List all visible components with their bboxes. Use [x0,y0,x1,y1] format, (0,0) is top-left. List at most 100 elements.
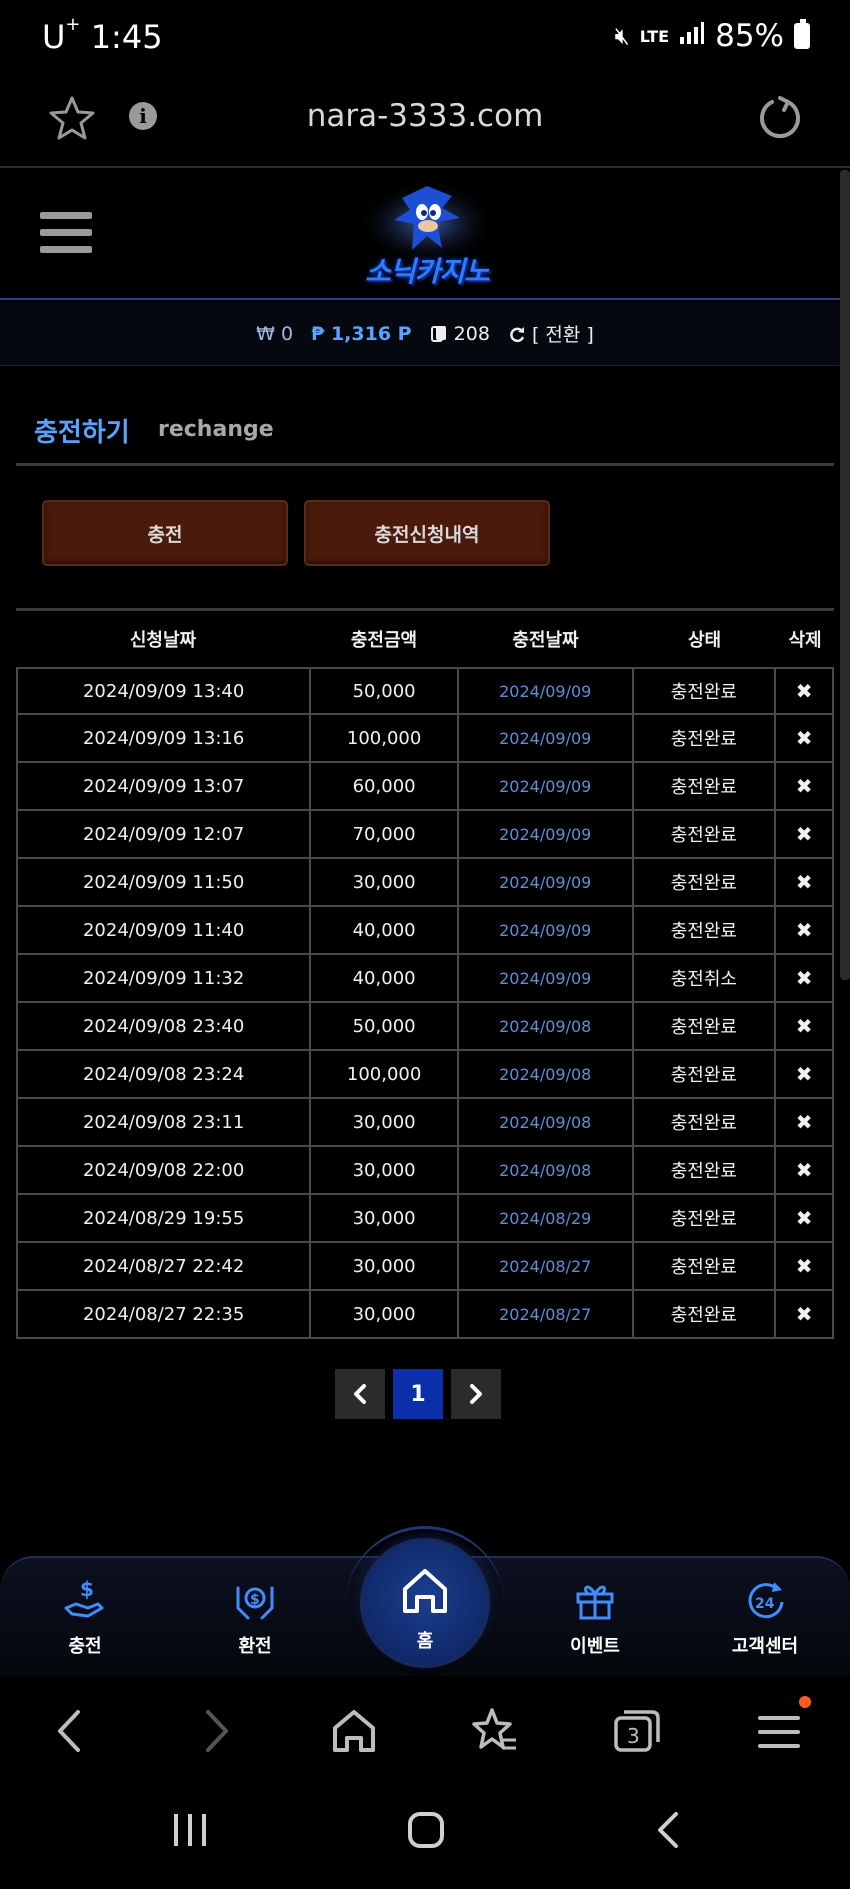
delete-icon[interactable]: ✖ [776,1147,835,1195]
gift-icon [576,1585,614,1620]
cell-status: 충전완료 [633,859,777,907]
won-value: 0 [281,322,294,345]
recharge-history-table: 신청날짜 충전금액 충전날짜 상태 삭제 2024/09/09 13:40 50,… [16,608,835,1339]
cell-recharge-date: 2024/09/09 [458,763,634,811]
scrollbar[interactable] [840,170,850,980]
url-text[interactable]: nara-3333.com [0,98,850,134]
browser-home-icon[interactable] [329,1706,379,1756]
cell-status: 충전완료 [633,1243,777,1291]
network-label: LTE [639,26,670,46]
back-icon[interactable] [46,1706,96,1756]
refresh-icon [510,327,525,343]
delete-icon[interactable]: ✖ [776,667,835,715]
table-row: 2024/09/09 11:40 40,000 2024/09/09 충전완료 ✖ [16,907,835,955]
cell-request-date: 2024/08/29 19:55 [18,1195,312,1243]
cell-amount: 70,000 [311,811,459,859]
carrier: U [42,18,66,56]
table-row: 2024/08/27 22:35 30,000 2024/08/27 충전완료 ✖ [16,1291,835,1339]
nav-exchange[interactable]: $ 환전 [200,1578,310,1658]
delete-icon[interactable]: ✖ [776,1243,835,1291]
notification-dot [799,1696,811,1708]
system-home-icon[interactable] [406,1810,446,1850]
table-row: 2024/09/08 23:24 100,000 2024/09/08 충전완료 ✖ [16,1051,835,1099]
cell-status: 충전완료 [633,1003,777,1051]
nav-home-label: 홈 [416,1631,434,1652]
nav-event[interactable]: 이벤트 [540,1578,650,1658]
nav-home[interactable]: 홈 [360,1538,490,1668]
cell-request-date: 2024/09/09 11:32 [18,955,312,1003]
cell-status: 충전완료 [633,1195,777,1243]
recent-apps-icon[interactable] [170,1810,210,1850]
cell-request-date: 2024/09/09 11:50 [18,859,312,907]
delete-icon[interactable]: ✖ [776,1195,835,1243]
cell-status: 충전완료 [633,1291,777,1339]
mute-icon: 🔇︎ [614,22,630,50]
cell-amount: 30,000 [311,1243,459,1291]
delete-icon[interactable]: ✖ [776,1291,835,1339]
signal-icon [679,21,705,51]
site-logo[interactable]: 소닉카지노 [342,178,512,296]
delete-icon[interactable]: ✖ [776,1051,835,1099]
cell-recharge-date: 2024/09/09 [458,955,634,1003]
reload-icon[interactable] [758,96,802,140]
recharge-tab-button[interactable]: 충전 [42,500,288,566]
system-back-icon[interactable] [648,1810,688,1850]
cell-status: 충전완료 [633,907,777,955]
delete-icon[interactable]: ✖ [776,907,835,955]
nav-deposit-label: 충전 [68,1636,102,1657]
browser-menu-icon[interactable] [754,1706,804,1756]
switch-label: [ 전환 ] [531,324,594,346]
prev-page-button[interactable] [335,1369,385,1419]
header-request-date: 신청날짜 [129,630,197,651]
bookmarks-icon[interactable] [470,1706,520,1756]
recharge-history-tab-button[interactable]: 충전신청내역 [304,500,550,566]
delete-icon[interactable]: ✖ [776,811,835,859]
nav-support[interactable]: 24 고객센터 [710,1578,820,1658]
chip-balance: 208 [430,323,490,345]
table-row: 2024/09/08 23:11 30,000 2024/09/08 충전완료 ✖ [16,1099,835,1147]
header-recharge-date: 충전날짜 [512,630,579,651]
cell-status: 충전완료 [633,1051,777,1099]
cell-recharge-date: 2024/09/08 [458,1147,634,1195]
pagination: 1 [335,1369,501,1419]
logo-text: 소닉카지노 [365,255,490,288]
chevron-right-icon [470,1384,482,1404]
next-page-button[interactable] [451,1369,501,1419]
status-carrier-time: U+ 1:45 [42,14,163,56]
point-balance: ₱ 1,316 P [311,323,412,345]
delete-icon[interactable]: ✖ [776,763,835,811]
browser-url-bar: i nara-3333.com [0,78,850,168]
delete-icon[interactable]: ✖ [776,955,835,1003]
cell-status: 충전완료 [633,1147,777,1195]
forward-icon[interactable] [190,1706,240,1756]
cell-request-date: 2024/09/08 23:24 [18,1051,312,1099]
nav-deposit[interactable]: $ 충전 [30,1578,140,1658]
delete-icon[interactable]: ✖ [776,1099,835,1147]
switch-button[interactable]: [ 전환 ] [508,320,594,347]
cell-status: 충전완료 [633,811,777,859]
header-amount: 충전금액 [350,630,418,651]
cell-status: 충전완료 [633,763,777,811]
table-row: 2024/09/08 22:00 30,000 2024/09/08 충전완료 ✖ [16,1147,835,1195]
browser-toolbar: 3 [0,1676,850,1786]
svg-text:3: 3 [627,1724,640,1748]
cell-recharge-date: 2024/09/09 [458,811,634,859]
cell-amount: 60,000 [311,763,459,811]
delete-icon[interactable]: ✖ [776,715,835,763]
point-value: 1,316 P [330,322,412,345]
page-title-main: 충전하기 [34,418,130,448]
menu-icon[interactable] [40,212,92,258]
nav-event-label: 이벤트 [570,1636,620,1657]
page-1-button[interactable]: 1 [393,1369,443,1419]
cell-amount: 30,000 [311,1195,459,1243]
cell-recharge-date: 2024/08/27 [458,1291,634,1339]
cell-recharge-date: 2024/08/27 [458,1243,634,1291]
cell-request-date: 2024/09/09 13:16 [18,715,312,763]
delete-icon[interactable]: ✖ [776,1003,835,1051]
delete-icon[interactable]: ✖ [776,859,835,907]
table-row: 2024/08/27 22:42 30,000 2024/08/27 충전완료 ✖ [16,1243,835,1291]
cell-amount: 30,000 [311,859,459,907]
tabs-icon[interactable]: 3 [612,1706,662,1756]
cell-amount: 100,000 [311,1051,459,1099]
cell-recharge-date: 2024/09/09 [458,907,634,955]
